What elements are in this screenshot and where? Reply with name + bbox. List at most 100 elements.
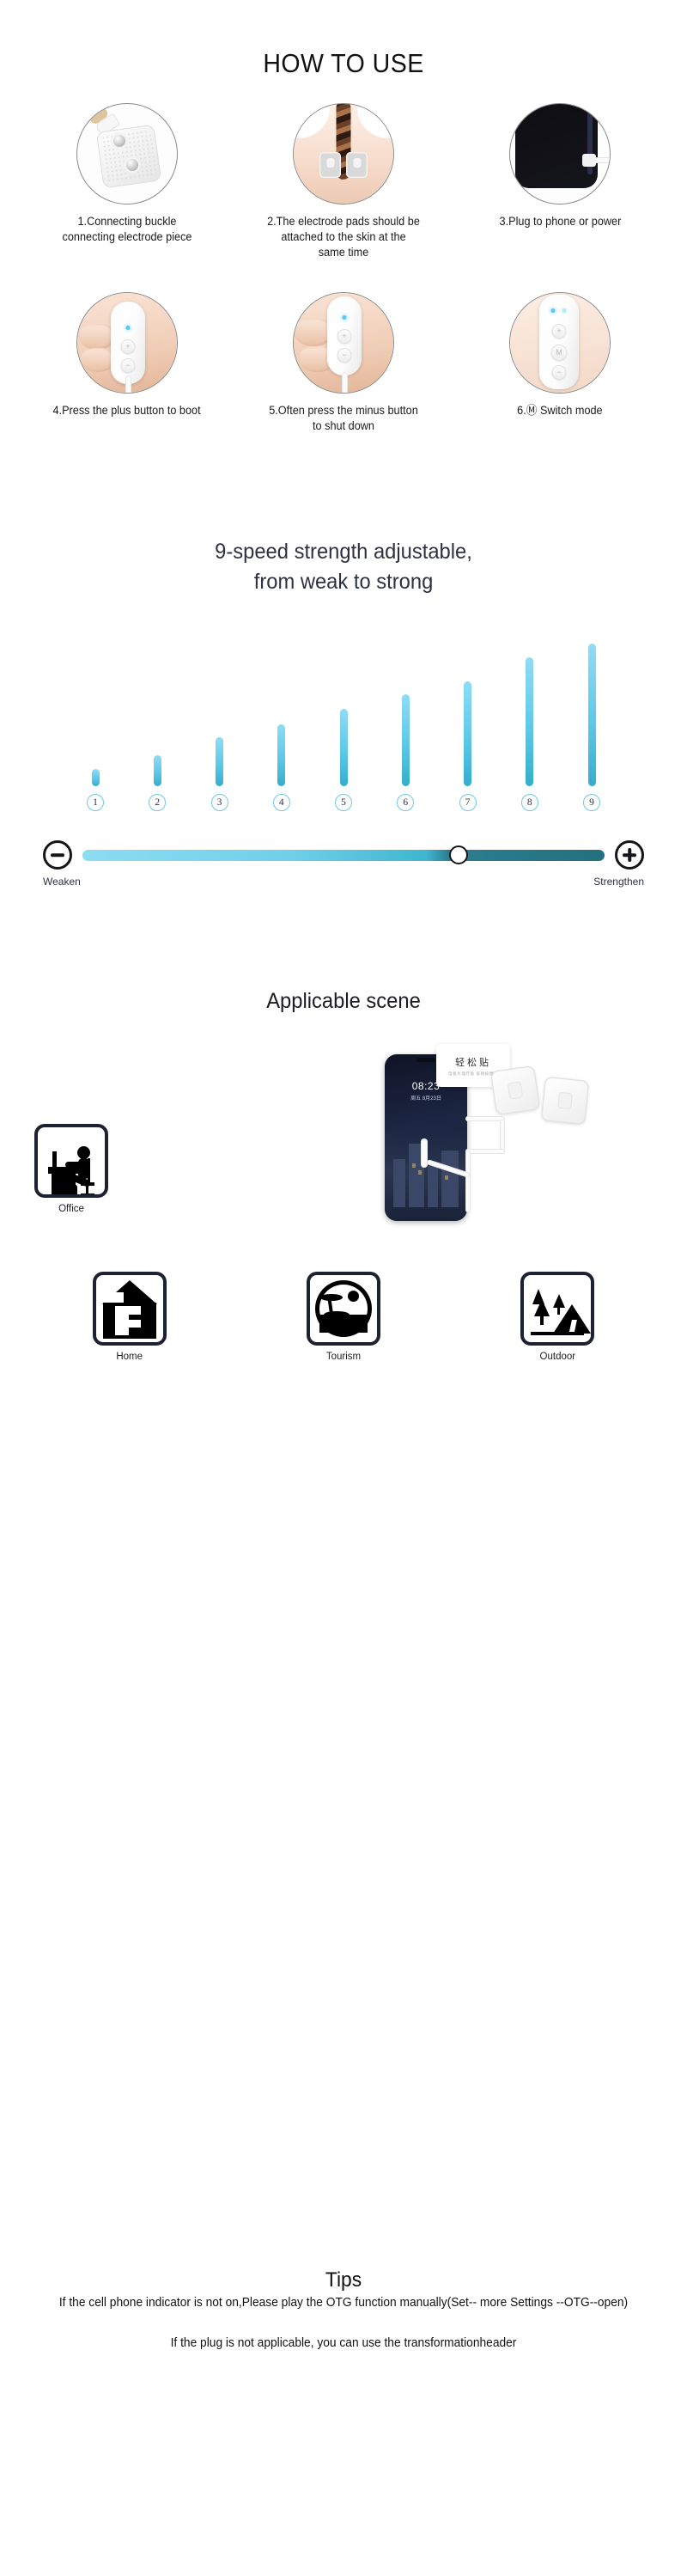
strengthen-label: Strengthen (593, 876, 644, 888)
slider-labels: Weaken Strengthen (43, 876, 644, 888)
device-minus-button[interactable]: − (120, 357, 136, 373)
chair-base (81, 1193, 94, 1195)
electrode-pad-photo (76, 103, 178, 204)
chair-back (88, 1158, 90, 1185)
slider-track[interactable] (82, 845, 605, 865)
finger-shape (81, 347, 115, 372)
electrode-pad-left (319, 152, 341, 178)
outdoor-tent-icon (520, 1272, 595, 1346)
phone-body-shape (515, 104, 598, 188)
number-column: 1 (77, 794, 113, 812)
speed-number-badge[interactable]: 7 (459, 794, 477, 812)
number-column: 6 (387, 794, 423, 812)
house-cut-3 (125, 1320, 141, 1328)
house-cut-2 (114, 1306, 141, 1315)
bar (216, 737, 223, 787)
speed-number-badge[interactable]: 5 (335, 794, 352, 812)
person-shin (70, 1184, 77, 1195)
device-cable (342, 371, 348, 393)
device-led (342, 314, 347, 320)
tile-label: Office (58, 1204, 84, 1215)
step-caption: 2.The electrode pads should be attached … (267, 215, 420, 259)
step-item-1: 1.Connecting buckle connecting electrode… (19, 103, 235, 261)
desk-top (48, 1167, 79, 1175)
monitor-shape (52, 1151, 57, 1168)
strength-bar-chart (77, 636, 610, 787)
steps-grid-row-2: + − 4.Press the plus button to boot + − (0, 291, 687, 434)
plug-shape (582, 154, 596, 167)
device-body: + − (111, 301, 145, 384)
speed-number-badge[interactable]: 1 (87, 794, 104, 812)
tourism-island-icon (306, 1272, 380, 1346)
tile-label: Outdoor (539, 1352, 576, 1363)
device-minus-button[interactable]: − (551, 364, 567, 380)
speed-section: 9-speed strength adjustable, from weak t… (0, 537, 687, 888)
tile-label: Home (116, 1352, 143, 1363)
speed-number-badge[interactable]: 2 (149, 794, 167, 812)
device-plus-button-photo: + − (76, 291, 178, 394)
device-plus-button[interactable]: + (551, 323, 567, 339)
speed-number-badge[interactable]: 9 (583, 794, 600, 812)
tile-label: Tourism (325, 1352, 362, 1363)
home-house-icon (92, 1272, 167, 1346)
plus-circle-icon[interactable] (615, 840, 644, 870)
minus-bar (51, 853, 64, 857)
electrode-pad-right (346, 152, 368, 178)
bar-column (387, 693, 423, 787)
device-mode-button[interactable]: M (550, 344, 568, 361)
device-led-secondary (562, 308, 567, 313)
speed-number-badge[interactable]: 6 (397, 794, 415, 812)
strength-number-row: 1 2 3 4 5 6 7 8 9 (77, 794, 610, 812)
speed-number-badge[interactable]: 3 (210, 794, 228, 812)
device-minus-button-photo: + − (293, 291, 394, 394)
scene-tile-outdoor[interactable]: Outdoor (520, 1272, 595, 1363)
back-with-pads-photo (293, 103, 394, 204)
speed-number-badge[interactable]: 4 (272, 794, 290, 812)
strength-slider[interactable] (43, 840, 644, 870)
speed-title: 9-speed strength adjustable, from weak t… (17, 537, 670, 596)
sun-shape (347, 1291, 359, 1303)
tips-section: Tips If the cell phone indicator is not … (0, 2268, 687, 2353)
step-caption: 1.Connecting buckle connecting electrode… (62, 215, 192, 244)
tips-title: Tips (325, 2268, 362, 2292)
applicable-scene-section: Applicable scene 08:23 周五 8月23日 轻松贴 电极片理… (0, 989, 687, 1362)
bar-column (325, 709, 362, 787)
bar (587, 643, 596, 787)
speed-title-line-1: 9-speed strength adjustable, (215, 540, 472, 565)
pad-snap-lower (126, 159, 138, 171)
finger-shape (79, 323, 115, 350)
device-plus-button[interactable]: + (337, 328, 352, 344)
minus-circle-icon[interactable] (43, 840, 72, 870)
device-cable (125, 375, 131, 393)
device-led (125, 325, 131, 330)
tips-paragraph-1: If the cell phone indicator is not on,Pl… (58, 2296, 629, 2310)
bar (91, 769, 100, 787)
how-to-use-section: HOW TO USE 1.Connecting buckle connectin… (0, 0, 687, 434)
island-shape (323, 1311, 350, 1319)
office-desk-icon (34, 1124, 108, 1199)
bar-column (574, 643, 610, 787)
tree-trunk-1 (540, 1315, 544, 1326)
device-plus-button[interactable]: + (120, 339, 136, 354)
bar-column (202, 737, 238, 787)
person-head (77, 1146, 90, 1160)
bar (339, 709, 348, 787)
speed-number-badge[interactable]: 8 (520, 794, 538, 812)
pad-body-shape (95, 124, 162, 189)
pad-snap-upper (113, 135, 125, 147)
slider-knob[interactable] (448, 845, 468, 865)
bar-column (77, 769, 113, 787)
scene-tiles: Office Home Tourism Outdoor (0, 1014, 687, 1362)
bar (464, 681, 471, 787)
step-caption: 5.Often press the minus button to shut d… (269, 403, 418, 432)
scene-tile-home[interactable]: Home (92, 1272, 167, 1363)
weaken-label: Weaken (43, 876, 81, 888)
scene-tile-office[interactable]: Office (34, 1124, 108, 1214)
device-mode-button-photo: + M − (509, 291, 611, 394)
number-column: 3 (202, 794, 238, 812)
device-minus-button[interactable]: − (337, 347, 352, 363)
step-item-2: 2.The electrode pads should be attached … (235, 103, 452, 261)
device-body: + − (327, 296, 362, 375)
page-title: HOW TO USE (263, 48, 424, 78)
scene-tile-tourism[interactable]: Tourism (306, 1272, 380, 1363)
